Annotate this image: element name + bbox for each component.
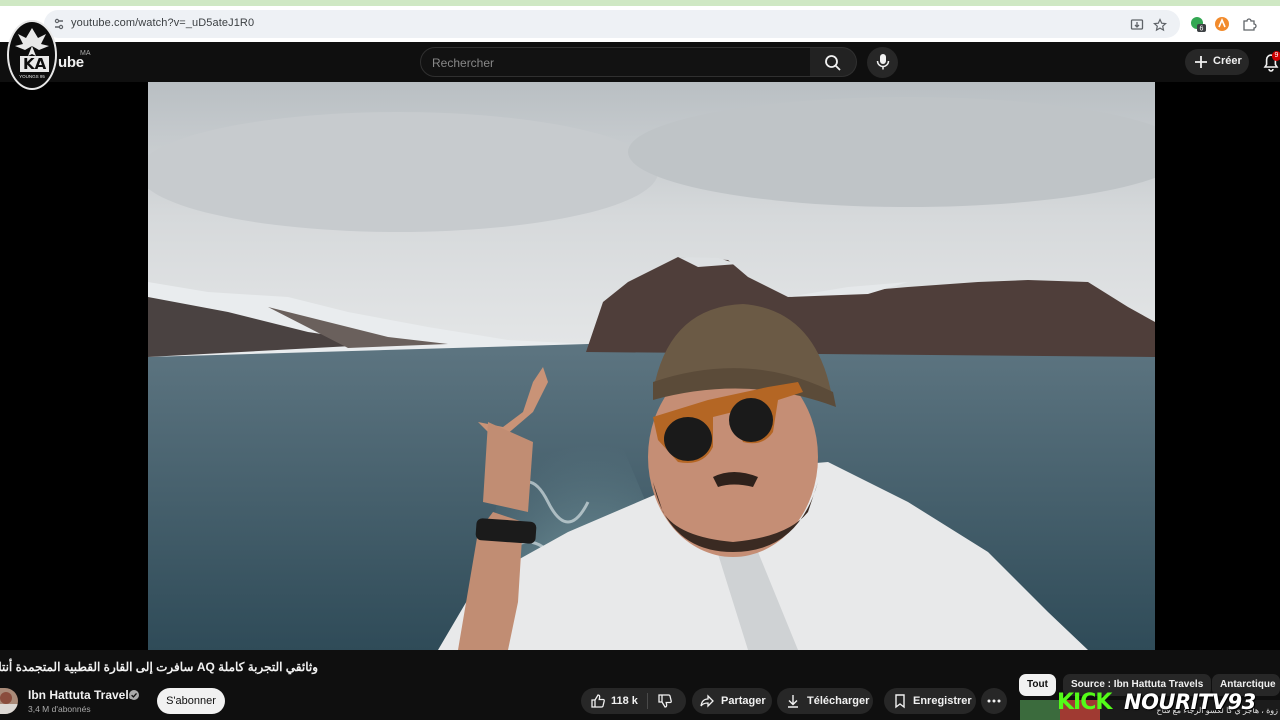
country-code: MA bbox=[80, 50, 91, 57]
extensions-puzzle-icon[interactable] bbox=[1241, 16, 1257, 32]
streamer-logo-text: KA bbox=[20, 56, 50, 72]
download-label: Télécharger bbox=[807, 695, 870, 707]
extension-orange-icon[interactable] bbox=[1214, 16, 1230, 32]
kick-logo: KICK bbox=[1057, 690, 1112, 715]
like-button[interactable]: 118 k bbox=[581, 688, 647, 714]
extension-icon[interactable]: 6 bbox=[1190, 16, 1206, 32]
verified-badge-icon bbox=[129, 690, 139, 700]
search-button[interactable] bbox=[810, 47, 857, 77]
share-label: Partager bbox=[721, 695, 766, 707]
subscriber-count: 3,4 M d'abonnés bbox=[28, 704, 91, 714]
like-dislike-group: 118 k bbox=[581, 688, 686, 714]
streamer-logo-subtext: YOUNGS 95 bbox=[19, 74, 45, 79]
dislike-button[interactable] bbox=[648, 688, 686, 714]
save-label: Enregistrer bbox=[913, 695, 972, 707]
channel-avatar[interactable] bbox=[0, 688, 18, 714]
address-bar[interactable]: youtube.com/watch?v=_uD5ateJ1R0 bbox=[44, 10, 1180, 38]
browser-toolbar: youtube.com/watch?v=_uD5ateJ1R0 6 bbox=[0, 6, 1280, 42]
search-placeholder: Rechercher bbox=[432, 56, 495, 70]
share-button[interactable]: Partager bbox=[692, 688, 772, 714]
notification-badge: 9 bbox=[1272, 51, 1280, 61]
download-button[interactable]: Télécharger bbox=[777, 688, 873, 714]
url-text[interactable]: youtube.com/watch?v=_uD5ateJ1R0 bbox=[71, 17, 254, 29]
search-icon bbox=[825, 55, 841, 71]
video-player[interactable] bbox=[148, 82, 1155, 650]
video-title: وثائقي التجربة كاملة AQ سافرت إلى القارة… bbox=[0, 660, 318, 674]
thumbs-down-icon bbox=[658, 694, 672, 708]
channel-name[interactable]: Ibn Hattuta Travels bbox=[28, 688, 135, 702]
streamer-logo: KA YOUNGS 95 bbox=[7, 20, 57, 90]
video-frame bbox=[148, 82, 1155, 650]
download-icon bbox=[788, 695, 798, 708]
kick-username: NOURITV93 bbox=[1124, 690, 1256, 714]
share-arrow-icon bbox=[700, 694, 714, 708]
create-label: Créer bbox=[1213, 55, 1242, 67]
more-actions-button[interactable] bbox=[981, 688, 1007, 714]
install-app-icon[interactable] bbox=[1130, 18, 1144, 32]
site-info-icon[interactable] bbox=[52, 17, 66, 31]
create-button[interactable]: Créer bbox=[1185, 49, 1249, 75]
microphone-icon bbox=[876, 54, 890, 70]
chip-all[interactable]: Tout bbox=[1019, 674, 1056, 696]
extension-badge: 6 bbox=[1200, 26, 1204, 33]
search-input[interactable]: Rechercher bbox=[420, 47, 811, 77]
thumbs-up-icon bbox=[591, 694, 605, 708]
save-button[interactable]: Enregistrer bbox=[884, 688, 976, 714]
youtube-masthead: ube MA Rechercher Créer 9 bbox=[0, 42, 1280, 82]
more-horizontal-icon bbox=[987, 699, 1001, 703]
avatar-icon bbox=[0, 692, 18, 714]
voice-search-button[interactable] bbox=[867, 47, 898, 78]
plus-icon bbox=[1195, 56, 1207, 68]
subscribe-button[interactable]: S'abonner bbox=[157, 688, 225, 714]
save-playlist-icon bbox=[895, 694, 905, 709]
bookmark-star-icon[interactable] bbox=[1153, 18, 1167, 32]
like-count: 118 k bbox=[611, 695, 638, 707]
